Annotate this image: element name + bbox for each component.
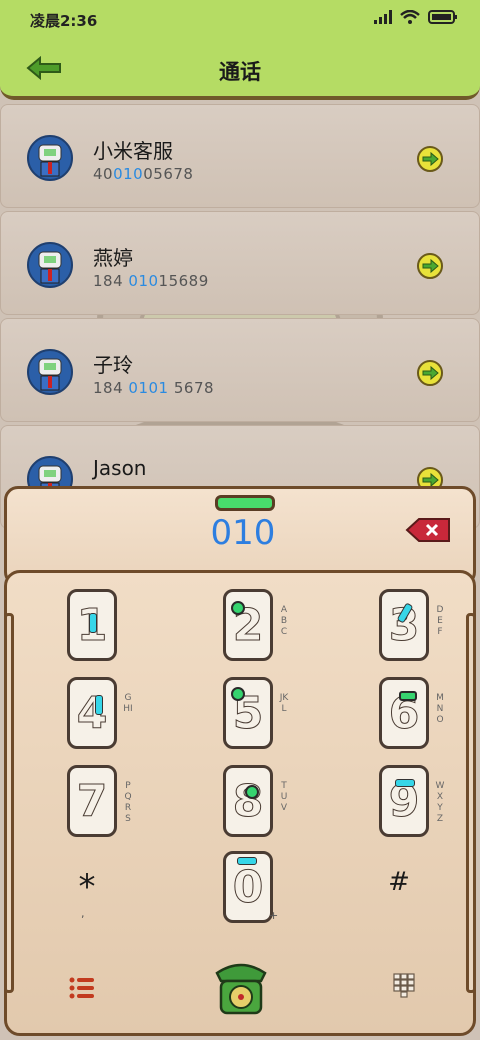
list-icon[interactable] (69, 977, 95, 999)
contact-row[interactable]: 子玲 184 0101 5678 (0, 318, 480, 422)
battery-icon (428, 10, 457, 24)
key-symbol: # (388, 867, 410, 897)
key-letters: PQRS (124, 781, 132, 824)
key-letters: + (269, 909, 279, 922)
key-9[interactable]: 9 WXYZ (329, 765, 469, 845)
key-letters: DEF (436, 605, 444, 637)
key-decoration (89, 613, 97, 633)
wifi-icon (400, 10, 420, 24)
contact-name: 子玲 (93, 353, 133, 377)
key-6[interactable]: 6 MNO (329, 677, 469, 757)
key-symbol: * (78, 867, 96, 907)
key-digit: 8 (223, 765, 273, 837)
key-decoration (231, 687, 245, 701)
key-star[interactable]: * , (17, 863, 157, 943)
key-2[interactable]: 2 ABC (173, 589, 313, 669)
drag-handle[interactable] (215, 495, 275, 511)
arrow-right-circle-icon[interactable] (416, 359, 444, 387)
key-7[interactable]: 7 PQRS (17, 765, 157, 845)
key-letters: JKL (279, 693, 289, 714)
key-decoration (95, 695, 103, 715)
backspace-icon[interactable] (405, 517, 451, 543)
key-digit: 9 (379, 765, 429, 837)
contact-list: 小米客服 4001005678 燕婷 184 01015689 子玲 184 0… (0, 104, 480, 532)
key-letters: , (81, 907, 85, 920)
key-digit: 2 (223, 589, 273, 661)
key-decoration (245, 785, 259, 799)
avatar (27, 242, 73, 288)
contact-row[interactable]: 小米客服 4001005678 (0, 104, 480, 208)
arrow-right-circle-icon[interactable] (416, 145, 444, 173)
key-digit: 7 (67, 765, 117, 837)
arrow-right-circle-icon[interactable] (416, 252, 444, 280)
key-letters: WXYZ (435, 781, 445, 824)
key-4[interactable]: 4 GHI (17, 677, 157, 757)
contact-name: 燕婷 (93, 246, 133, 270)
signal-icon (374, 10, 392, 24)
key-hash[interactable]: # (329, 863, 469, 943)
top-bar: 凌晨2:36 通话 (0, 0, 480, 100)
key-letters: ABC (280, 605, 288, 637)
key-digit: 5 (223, 677, 273, 749)
key-letters: MNO (436, 693, 444, 725)
status-icons (374, 10, 458, 24)
contact-row[interactable]: 燕婷 184 01015689 (0, 211, 480, 315)
key-letters: TUV (280, 781, 288, 813)
panel-left-rail (4, 613, 14, 993)
key-decoration (237, 857, 257, 865)
key-1[interactable]: 1 (17, 589, 157, 669)
avatar (27, 135, 73, 181)
dialpad: 1 2 ABC 3 DEF 4 GHI 5 JKL 6 MNO 7 PQRS 8… (4, 570, 476, 1036)
status-time: 凌晨2:36 (30, 12, 98, 30)
key-digit: 4 (67, 677, 117, 749)
contact-number: 4001005678 (93, 165, 194, 183)
contact-name: Jason (93, 456, 147, 480)
contact-number: 184 01015689 (93, 272, 209, 290)
dialpad-icon[interactable] (393, 973, 415, 999)
key-letters: GHI (123, 693, 133, 714)
key-5[interactable]: 5 JKL (173, 677, 313, 757)
key-digit: 6 (379, 677, 429, 749)
key-3[interactable]: 3 DEF (329, 589, 469, 669)
key-digit: 3 (379, 589, 429, 661)
key-0[interactable]: 0 + (173, 851, 313, 931)
avatar (27, 349, 73, 395)
telephone-icon[interactable] (213, 959, 269, 1017)
contact-number: 184 0101 5678 (93, 379, 215, 397)
page-title: 通话 (219, 60, 261, 84)
key-decoration (231, 601, 245, 615)
key-decoration (395, 779, 415, 787)
key-8[interactable]: 8 TUV (173, 765, 313, 845)
contact-name: 小米客服 (93, 139, 173, 163)
key-decoration (399, 691, 417, 701)
